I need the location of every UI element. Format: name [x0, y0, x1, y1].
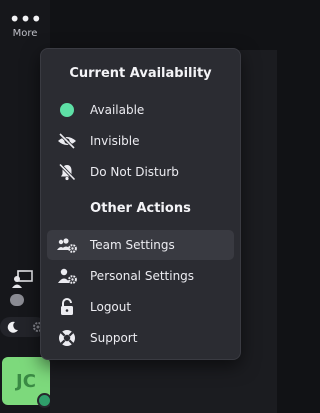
moon-icon [7, 321, 18, 333]
menu-item-label: Invisible [90, 134, 140, 148]
team-gear-icon [57, 238, 77, 253]
menu-item-available[interactable]: Available [47, 95, 234, 125]
eye-slash-icon [58, 133, 76, 149]
unlock-icon [61, 298, 73, 315]
menu-item-personal-settings[interactable]: Personal Settings [47, 261, 234, 291]
menu-item-invisible[interactable]: Invisible [47, 126, 234, 156]
menu-item-label: Personal Settings [90, 269, 195, 283]
availability-title: Current Availability [69, 66, 212, 81]
more-label: More [12, 28, 38, 39]
other-actions-title: Other Actions [90, 201, 191, 216]
user-gear-icon [58, 268, 77, 284]
menu-item-label: Support [90, 331, 138, 345]
lifebuoy-icon [59, 330, 75, 346]
avatar-initials: JC [16, 371, 36, 392]
menu-item-label: Team Settings [90, 238, 175, 252]
green-dot-icon [60, 103, 74, 117]
sidebar-indicator [10, 294, 24, 306]
menu-item-label: Available [90, 103, 145, 117]
more-button[interactable]: ••• More [0, 7, 50, 39]
menu-item-label: Logout [90, 300, 132, 314]
menu-item-team-settings[interactable]: Team Settings [47, 230, 234, 260]
presentation-icon[interactable] [12, 270, 34, 288]
menu-item-label: Do Not Disturb [90, 165, 179, 179]
availability-menu: Current Availability Available Invisible… [40, 48, 241, 360]
menu-item-logout[interactable]: Logout [47, 292, 234, 322]
bell-slash-icon [58, 163, 76, 181]
ellipsis-icon: ••• [8, 7, 42, 31]
menu-item-support[interactable]: Support [47, 323, 234, 353]
menu-item-do-not-disturb[interactable]: Do Not Disturb [47, 157, 234, 187]
